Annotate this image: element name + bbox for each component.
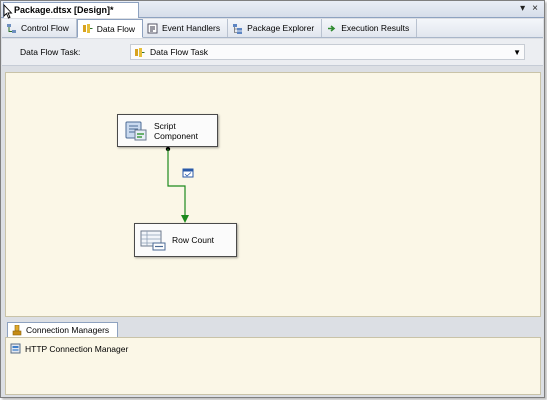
script-component-label: Script Component <box>154 121 198 141</box>
connection-managers-tab-label: Connection Managers <box>26 325 110 335</box>
control-flow-icon <box>7 23 16 33</box>
data-flow-task-value: Data Flow Task <box>150 47 208 57</box>
data-path-layer <box>165 146 194 223</box>
data-flow-task-dropdown[interactable]: Data Flow Task ▼ <box>130 44 525 60</box>
connection-managers-tab[interactable]: Connection Managers <box>7 322 119 337</box>
connection-managers-icon <box>12 324 22 335</box>
data-flow-task-icon <box>135 47 145 57</box>
tab-label: Package Explorer <box>247 23 315 33</box>
connection-manager-label: HTTP Connection Manager <box>25 343 129 354</box>
row-count-label: Row Count <box>172 235 215 245</box>
tab-label: Control Flow <box>21 23 69 33</box>
connection-managers-area[interactable]: HTTP Connection Manager <box>5 337 541 395</box>
document-tab-strip: Package.dtsx [Design]* ▾ × <box>1 1 544 19</box>
chevron-down-icon: ▼ <box>513 48 521 57</box>
row-count-icon <box>140 230 166 251</box>
script-component-label-line1: Script <box>154 120 176 131</box>
tab-label: Execution Results <box>341 23 410 33</box>
script-component[interactable]: Script Component <box>117 114 218 147</box>
tab-label: Data Flow <box>96 23 135 34</box>
script-component-icon <box>125 121 147 140</box>
connection-manager-item[interactable]: HTTP Connection Manager <box>10 343 128 354</box>
window-menu-button[interactable]: ▾ <box>520 3 525 15</box>
event-handlers-icon <box>147 23 158 33</box>
package-designer-window: Package.dtsx [Design]* ▾ × Control Flow <box>0 0 545 398</box>
designer-tabs: Control Flow Data Flow Event Handlers Pa… <box>2 19 543 38</box>
mouse-cursor-icon <box>3 4 13 19</box>
tab-label: Event Handlers <box>161 23 221 33</box>
tab-data-flow[interactable]: Data Flow <box>76 19 143 38</box>
data-viewer-icon[interactable] <box>182 168 194 178</box>
close-button[interactable]: × <box>532 3 538 15</box>
package-explorer-icon <box>233 23 243 34</box>
tab-package-explorer[interactable]: Package Explorer <box>228 19 323 37</box>
execution-results-icon <box>328 24 336 32</box>
tab-execution-results[interactable]: Execution Results <box>322 19 418 37</box>
data-flow-icon <box>82 24 93 33</box>
task-selector-bar: Data Flow Task: Data Flow Task ▼ <box>2 39 543 66</box>
row-count-component[interactable]: Row Count <box>134 223 237 257</box>
task-selector-label: Data Flow Task: <box>20 47 81 57</box>
http-connection-icon <box>10 343 21 354</box>
window-buttons: ▾ × <box>520 3 538 15</box>
data-flow-canvas[interactable]: Script Component Row Count <box>5 72 541 317</box>
data-path-connector[interactable] <box>165 146 189 223</box>
tab-event-handlers[interactable]: Event Handlers <box>143 19 229 37</box>
script-component-label-line2: Component <box>154 130 198 141</box>
document-tab-title: Package.dtsx [Design]* <box>14 5 114 15</box>
document-tab[interactable]: Package.dtsx [Design]* <box>3 2 139 18</box>
tab-control-flow[interactable]: Control Flow <box>2 19 77 37</box>
